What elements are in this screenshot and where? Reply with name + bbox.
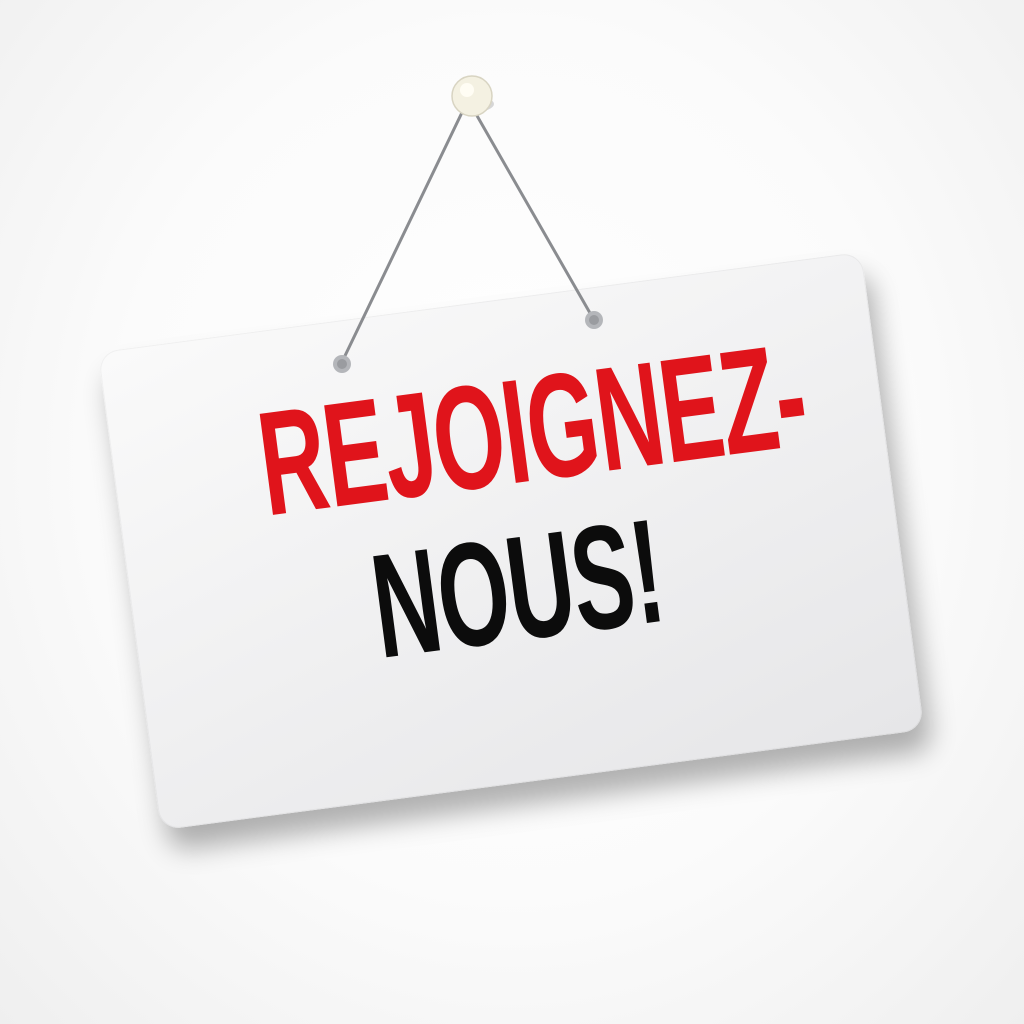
sign-message: REJOIGNEZ- NOUS! <box>106 311 909 713</box>
push-pin-icon <box>451 75 494 117</box>
hanging-sign-scene: REJOIGNEZ- NOUS! <box>0 0 1024 1024</box>
sign-board: REJOIGNEZ- NOUS! <box>97 251 925 831</box>
